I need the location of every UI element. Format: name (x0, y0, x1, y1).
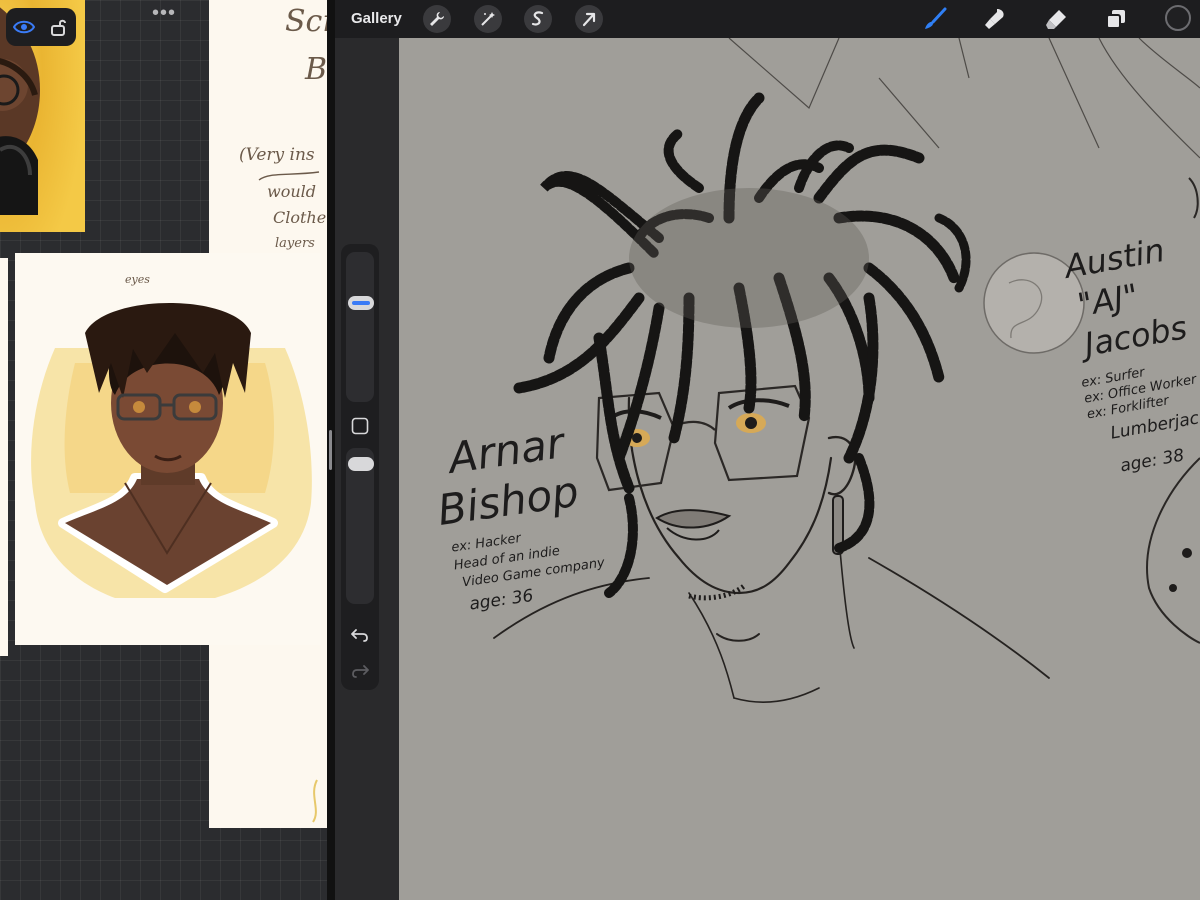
reference-visibility-controls[interactable] (6, 8, 76, 46)
smudge-icon[interactable] (980, 5, 1010, 33)
color-swatch[interactable] (1165, 5, 1191, 31)
more-options-icon[interactable]: ••• (152, 2, 176, 25)
eraser-icon[interactable] (1041, 5, 1071, 33)
character-age-left: age: 36 (468, 586, 535, 615)
brush-icon[interactable] (920, 5, 950, 33)
layers-icon[interactable] (1101, 5, 1131, 33)
reference-board[interactable]: ••• Scre B (Very ins would Clothe layers… (0, 0, 330, 900)
brush-size-slider[interactable] (346, 252, 374, 402)
portrait-label: eyes (125, 273, 150, 286)
unlock-icon[interactable] (46, 14, 72, 40)
undo-icon[interactable] (350, 624, 370, 644)
brush-opacity-thumb[interactable] (348, 456, 374, 471)
modify-square-icon[interactable] (350, 416, 370, 436)
character-age-right: age: 38 (1119, 445, 1186, 476)
drawing-app: Gallery Arnar Bishop ex: Hacker Head of … (335, 0, 1200, 900)
brush-opacity-slider[interactable] (346, 448, 374, 604)
reference-image-edge[interactable] (0, 258, 8, 656)
brush-sidebar (341, 244, 379, 690)
split-view-handle[interactable] (329, 430, 332, 470)
redo-icon[interactable] (350, 660, 370, 680)
transform-arrow-icon[interactable] (575, 5, 603, 33)
canvas-text-layer: Arnar Bishop ex: Hacker Head of an indie… (435, 231, 1200, 615)
top-toolbar: Gallery (335, 0, 1200, 38)
character-name-right-1: Austin (1060, 231, 1168, 286)
eye-icon[interactable] (11, 14, 37, 40)
reference-image-portrait[interactable]: eyes (15, 253, 321, 645)
selection-icon[interactable] (524, 5, 552, 33)
brush-size-thumb[interactable] (348, 296, 374, 311)
magic-wand-icon[interactable] (474, 5, 502, 33)
wrench-icon[interactable] (423, 5, 451, 33)
gallery-button[interactable]: Gallery (351, 10, 402, 27)
drawing-canvas[interactable]: Arnar Bishop ex: Hacker Head of an indie… (399, 38, 1200, 900)
